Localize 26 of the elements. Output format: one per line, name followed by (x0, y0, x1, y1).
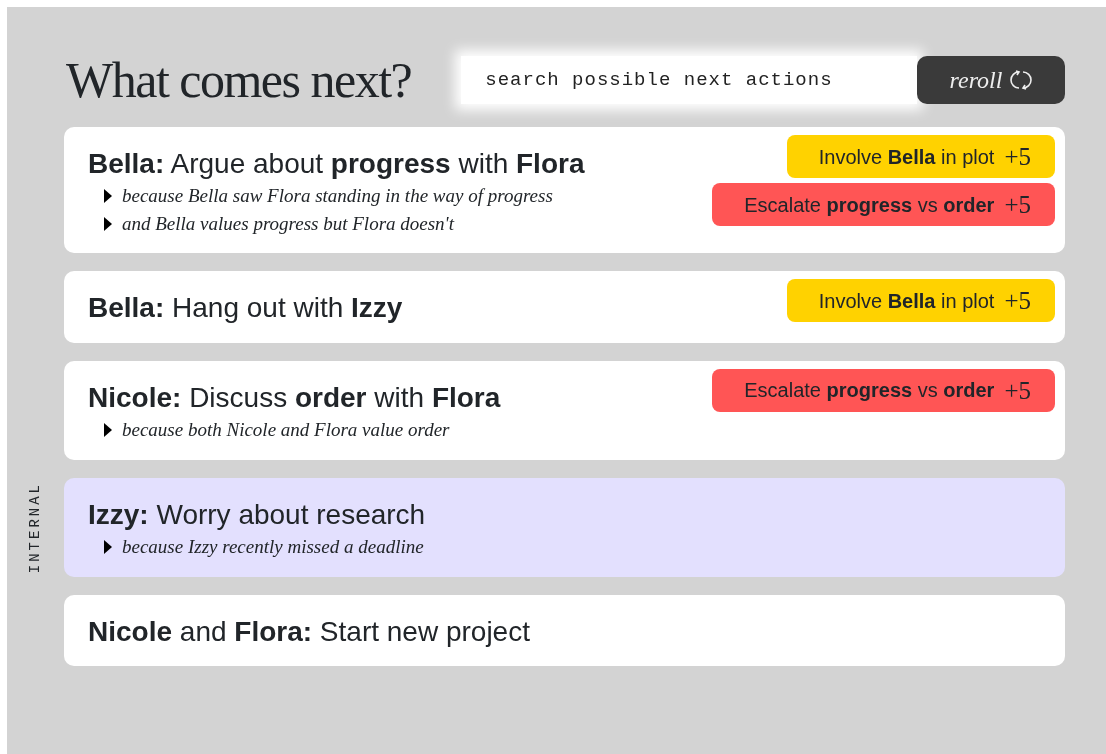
tag-points: +5 (1004, 286, 1031, 317)
page-title: What comes next? (66, 55, 412, 105)
reason-text: and Bella values progress but Flora doesn't (122, 211, 454, 236)
reason-text: because both Nicole and Flora value order (122, 418, 450, 443)
triangle-icon (104, 423, 112, 438)
reason-text: because Izzy recently missed a deadline (122, 535, 424, 560)
tag-points: +5 (1004, 141, 1031, 172)
reason-text: because Bella saw Flora standing in the way of progress (122, 184, 553, 209)
triangle-icon (104, 189, 112, 204)
side-label: INTERNAL (26, 481, 44, 573)
search-field[interactable]: search possible next actions (461, 56, 917, 104)
tag-label: Involve Bella in plot (818, 289, 995, 314)
tag-points: +5 (1004, 189, 1031, 220)
tag-label: Escalate progress vs order (744, 378, 995, 404)
action-title: Bella: Argue about progress with Flora (88, 147, 585, 181)
refresh-icon (1010, 69, 1033, 91)
triangle-icon (104, 216, 112, 231)
reroll-button[interactable]: reroll (917, 56, 1065, 104)
tag-label: Escalate progress vs order (744, 192, 995, 218)
action-title: Izzy: Worry about research (88, 497, 426, 532)
tag-points: +5 (1004, 375, 1031, 406)
action-title: Nicole and Flora: Start new project (88, 614, 530, 649)
action-title: Bella: Hang out with Izzy (88, 291, 403, 326)
tag-label: Involve Bella in plot (818, 144, 995, 170)
action-title: Nicole: Discuss order with Flora (88, 380, 501, 415)
triangle-icon (104, 539, 112, 554)
